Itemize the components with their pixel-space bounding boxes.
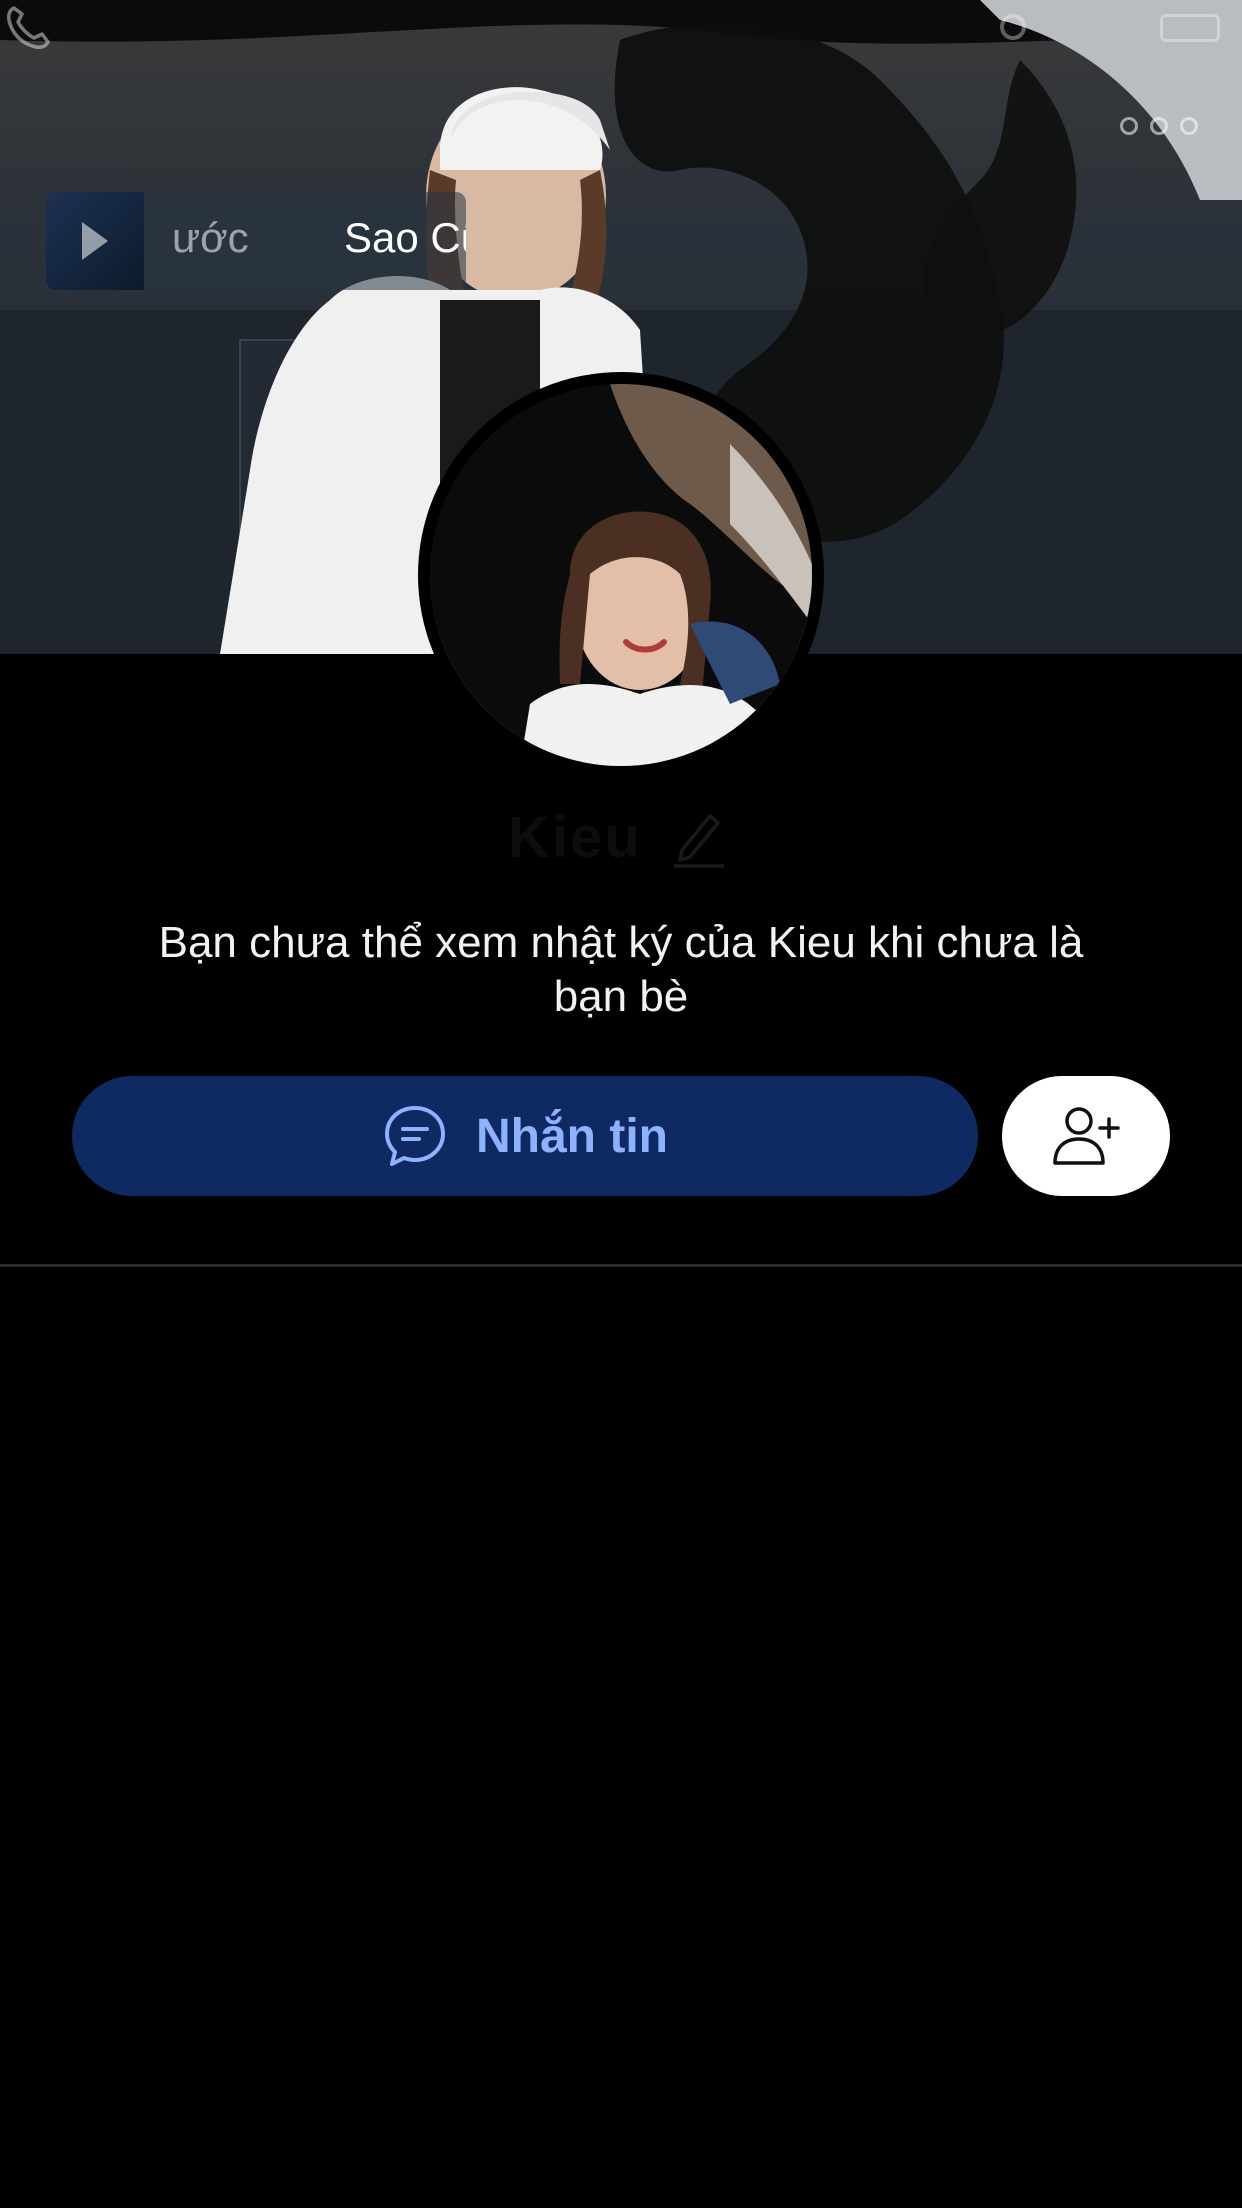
notice-line-1: Bạn chưa thể xem nhật ký của Kieu khi ch… (158, 918, 1084, 967)
section-divider (0, 1264, 1242, 1267)
battery-icon (1160, 14, 1220, 42)
profile-avatar[interactable] (418, 372, 824, 778)
play-icon (82, 222, 108, 260)
locked-diary-notice: Bạn chưa thể xem nhật ký của Kieu khi ch… (110, 916, 1132, 1024)
add-friend-button[interactable] (1002, 1076, 1170, 1196)
pencil-icon[interactable] (668, 806, 728, 868)
add-friend-icon (1053, 1107, 1120, 1165)
message-button[interactable]: Nhắn tin (72, 1076, 978, 1196)
profile-music-bar[interactable]: ước Sao Cũ (46, 192, 466, 290)
avatar-illustration (430, 384, 812, 766)
more-dots-icon[interactable] (1120, 114, 1216, 138)
status-bar (0, 0, 1242, 42)
dot-icon (1180, 117, 1198, 135)
profile-name-row: Kieu (508, 800, 748, 876)
notice-line-2: bạn bè (553, 972, 689, 1021)
profile-name: Kieu (508, 805, 642, 870)
phone-icon[interactable] (0, 0, 56, 56)
music-previous-title: ước (172, 214, 249, 261)
message-button-label: Nhắn tin (476, 1109, 668, 1163)
dot-icon (1120, 117, 1138, 135)
dot-icon (1150, 117, 1168, 135)
status-search-icon (1000, 14, 1026, 40)
music-current-title: Sao Cũ (344, 214, 466, 261)
avatar-photo (430, 384, 812, 766)
music-thumbnail[interactable] (46, 192, 144, 290)
chat-bubble-icon (385, 1106, 445, 1166)
